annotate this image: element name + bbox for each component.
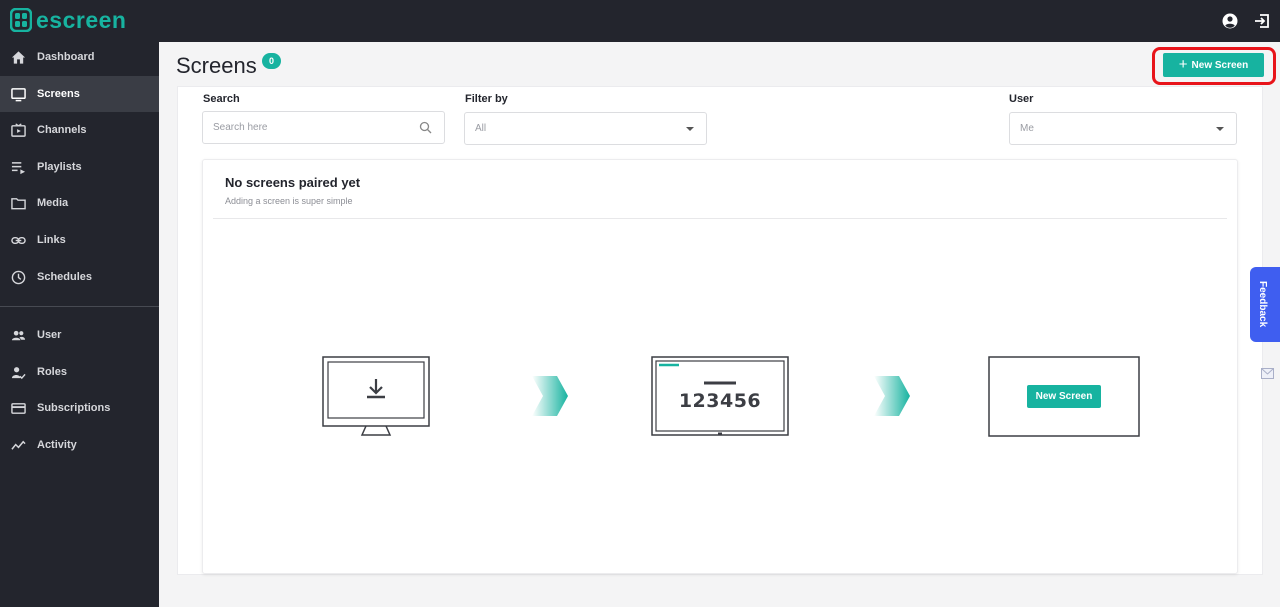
brand-logo[interactable]: escreen — [10, 8, 126, 32]
card-divider — [213, 218, 1227, 219]
sidebar-item-label: Roles — [37, 366, 67, 378]
card-icon — [11, 402, 26, 414]
search-label: Search — [203, 93, 240, 105]
user-check-icon — [11, 366, 26, 379]
sidebar-item-user[interactable]: User — [0, 317, 159, 353]
sidebar-item-roles[interactable]: Roles — [0, 354, 159, 390]
empty-state-title: No screens paired yet — [225, 175, 361, 190]
activity-icon — [11, 440, 26, 450]
sidebar-item-dashboard[interactable]: Dashboard — [0, 39, 159, 75]
monitor-icon — [11, 87, 26, 101]
arrow-right-icon — [874, 376, 910, 416]
link-icon — [11, 236, 26, 244]
playlist-icon — [11, 161, 26, 174]
sidebar-item-label: Channels — [37, 124, 87, 136]
new-screen-button[interactable]: + New Screen — [1163, 53, 1264, 77]
user-label: User — [1009, 93, 1034, 105]
new-screen-button-label: New Screen — [1191, 59, 1249, 71]
sidebar-item-label: User — [37, 329, 62, 341]
download-monitor-icon — [322, 356, 430, 436]
sidebar-item-media[interactable]: Media — [0, 185, 159, 221]
brand-name: escreen — [36, 7, 127, 33]
user-select[interactable]: Me — [1009, 112, 1237, 145]
page-title: Screens — [176, 53, 257, 78]
arrow-right-icon — [532, 376, 568, 416]
channel-icon — [11, 122, 26, 137]
clock-icon — [11, 270, 26, 284]
sidebar-item-channels[interactable]: Channels — [0, 112, 159, 148]
filter-value: All — [475, 123, 487, 134]
logout-icon[interactable] — [1254, 13, 1270, 29]
sidebar-item-label: Activity — [37, 439, 77, 451]
sidebar-divider — [0, 306, 159, 307]
chevron-down-icon — [1216, 127, 1224, 131]
pairing-code: 123456 — [678, 390, 762, 412]
chevron-down-icon — [686, 127, 694, 131]
sidebar-item-screens[interactable]: Screens — [0, 76, 159, 112]
user-circle-icon[interactable] — [1222, 13, 1238, 29]
sidebar-item-label: Subscriptions — [37, 402, 111, 414]
sidebar-item-label: Dashboard — [37, 51, 95, 63]
top-bar: escreen — [0, 0, 1280, 42]
mail-icon[interactable] — [1261, 368, 1274, 379]
screen-count-badge: 0 — [262, 53, 281, 69]
home-icon — [11, 50, 26, 64]
folder-icon — [11, 197, 26, 209]
feedback-label: Feedback — [1257, 281, 1268, 328]
filter-select[interactable]: All — [464, 112, 707, 145]
sidebar-item-activity[interactable]: Activity — [0, 427, 159, 463]
logo-mark-icon — [10, 8, 32, 32]
search-icon — [419, 121, 432, 134]
plus-icon: + — [1178, 56, 1188, 73]
sidebar-item-label: Media — [37, 197, 69, 209]
empty-state-subtitle: Adding a screen is super simple — [225, 196, 353, 206]
search-placeholder: Search here — [213, 122, 268, 133]
sidebar-item-links[interactable]: Links — [0, 222, 159, 258]
step-new-screen-button: New Screen — [1027, 385, 1101, 408]
search-input[interactable]: Search here — [202, 111, 445, 144]
sidebar-item-label: Screens — [37, 88, 80, 100]
sidebar-item-label: Playlists — [37, 161, 82, 173]
sidebar: Dashboard Screens Channels Playlists Med… — [0, 42, 159, 607]
users-icon — [11, 330, 26, 340]
filter-label: Filter by — [465, 93, 508, 105]
sidebar-item-label: Links — [37, 234, 66, 246]
feedback-tab[interactable]: Feedback — [1250, 267, 1280, 342]
sidebar-item-subscriptions[interactable]: Subscriptions — [0, 390, 159, 426]
user-value: Me — [1020, 123, 1034, 134]
sidebar-item-playlists[interactable]: Playlists — [0, 149, 159, 185]
sidebar-item-schedules[interactable]: Schedules — [0, 259, 159, 295]
sidebar-item-label: Schedules — [37, 271, 93, 283]
